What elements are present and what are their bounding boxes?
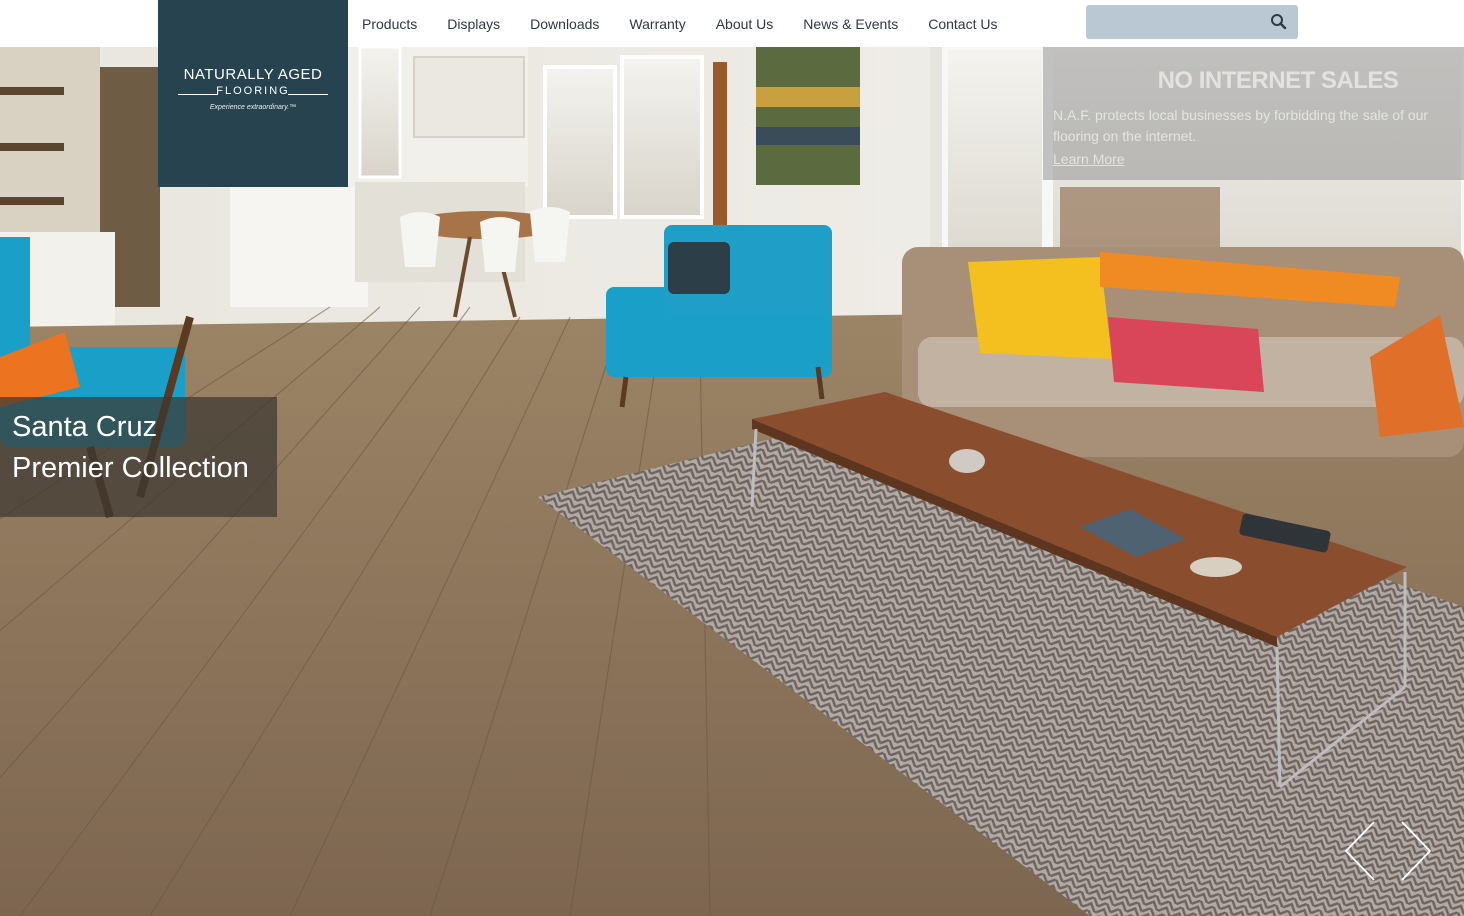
chevron-right-icon[interactable]	[1398, 820, 1434, 882]
brand-logo[interactable]: NATURALLY AGED FLOORING Experience extra…	[158, 0, 348, 187]
search-box	[1086, 5, 1298, 39]
logo-subword: FLOORING	[216, 85, 290, 97]
logo-tagline: Experience extraordinary.™	[209, 104, 297, 111]
nav-item-displays[interactable]: Displays	[447, 16, 500, 32]
nav-item-news-events[interactable]: News & Events	[803, 16, 898, 32]
logo-divider-right	[288, 94, 328, 95]
caption-subtitle: Premier Collection	[12, 452, 249, 484]
logo-wordmark: NATURALLY AGED	[183, 66, 323, 83]
nav-item-contact-us[interactable]: Contact Us	[928, 16, 997, 32]
nav-item-products[interactable]: Products	[362, 16, 417, 32]
nav-item-downloads[interactable]: Downloads	[530, 16, 599, 32]
main-nav: Products Displays Downloads Warranty Abo…	[348, 0, 1012, 47]
notice-title: NO INTERNET SALES	[1157, 67, 1399, 94]
search-input[interactable]	[1086, 5, 1262, 39]
no-internet-sales-panel: NO INTERNET SALES N.A.F. protects local …	[1043, 47, 1464, 180]
search-icon[interactable]	[1268, 11, 1290, 33]
nav-item-warranty[interactable]: Warranty	[629, 16, 685, 32]
nav-item-about-us[interactable]: About Us	[716, 16, 774, 32]
learn-more-link[interactable]: Learn More	[1053, 151, 1125, 167]
notice-body: N.A.F. protects local businesses by forb…	[1053, 107, 1429, 144]
chevron-left-icon[interactable]	[1342, 820, 1378, 882]
slide-caption[interactable]: Santa Cruz Premier Collection	[0, 397, 277, 517]
caption-title: Santa Cruz	[12, 411, 158, 443]
